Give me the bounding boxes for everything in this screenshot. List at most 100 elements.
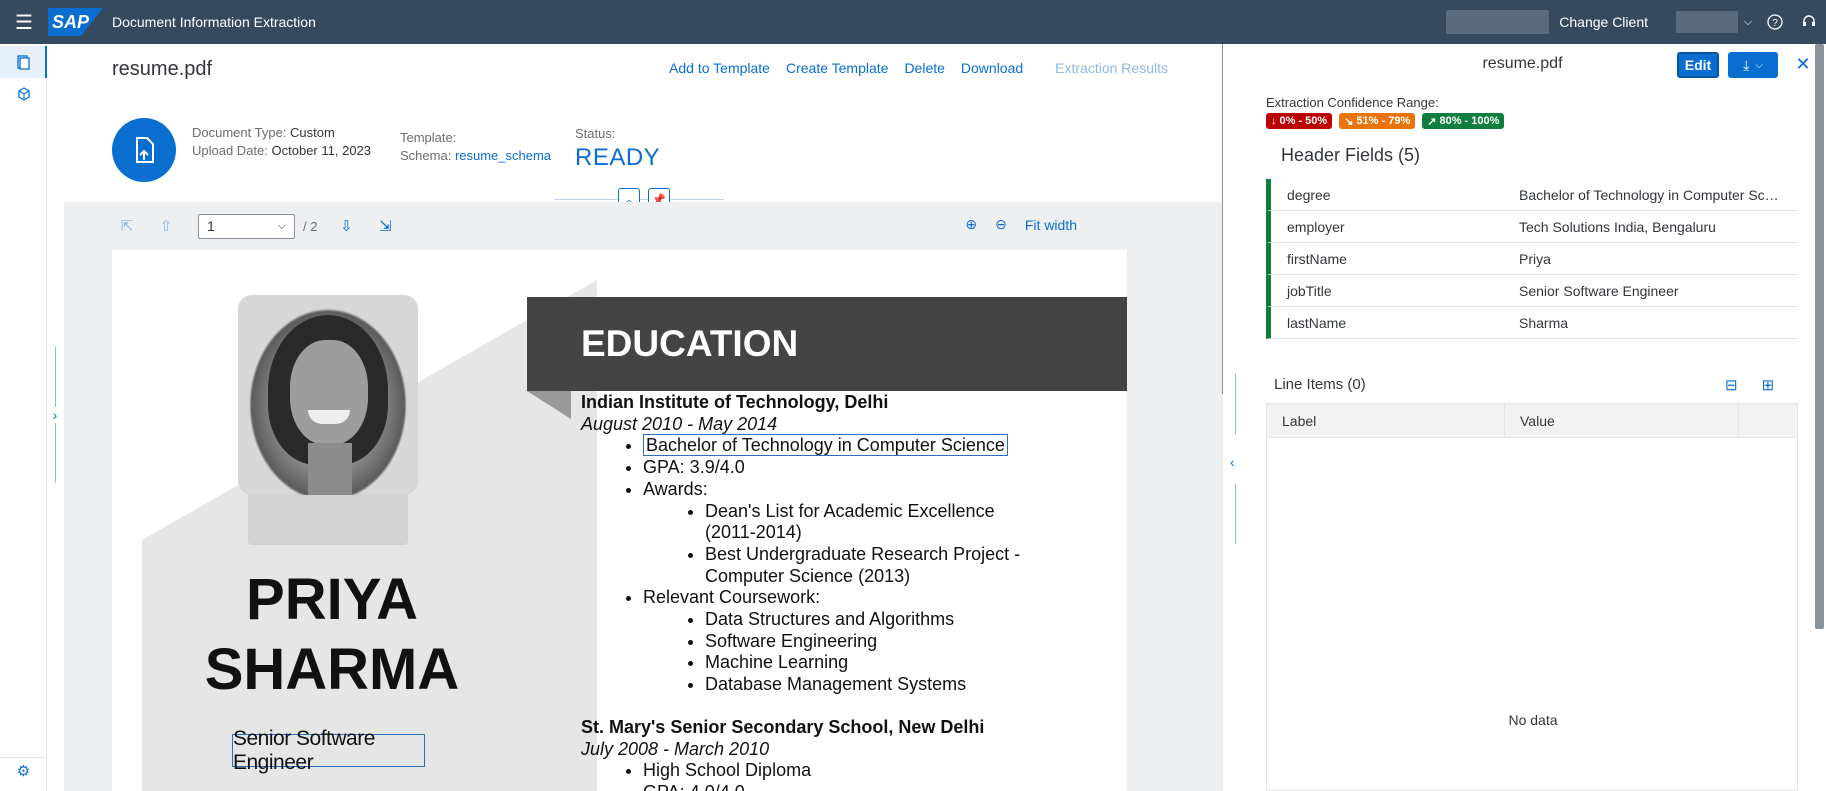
expand-all-icon[interactable]: ⊞ xyxy=(1762,376,1775,394)
status-label: Status: xyxy=(575,126,616,141)
education-item: GPA: 4.0/4.0 xyxy=(643,782,1121,791)
chevron-down-icon[interactable]: ⌵ xyxy=(1738,0,1758,44)
first-page-icon[interactable]: ⇱ xyxy=(112,217,142,235)
field-value: Tech Solutions India, Bengaluru xyxy=(1519,218,1716,235)
download-icon: ⤓ xyxy=(1743,56,1750,73)
field-key: jobTitle xyxy=(1287,282,1332,299)
chevron-down-icon: ⌵ xyxy=(277,219,286,232)
resume-job-title[interactable]: Senior Software Engineer xyxy=(232,727,425,774)
extraction-results-panel: resume.pdf Edit ⤓ ⌵ ✕ Extraction Confide… xyxy=(1249,44,1826,791)
schema-label: Schema: xyxy=(400,148,452,163)
doc-type-value: Custom xyxy=(290,125,335,140)
shell-bar: ☰ SAP Document Information Extraction Ch… xyxy=(0,0,1826,44)
header-field-row[interactable]: jobTitle Senior Software Engineer xyxy=(1266,275,1798,307)
page-select[interactable]: 1 ⌵ xyxy=(198,213,295,239)
help-icon[interactable]: ? xyxy=(1758,0,1792,44)
line-items-toolbar: ⊟ ⊞ xyxy=(1725,376,1774,394)
document-filename: resume.pdf xyxy=(112,58,213,80)
download-menu-button[interactable]: ⤓ ⌵ xyxy=(1728,52,1778,78)
header-fields-title: Header Fields (5) xyxy=(1281,145,1421,165)
chevron-right-icon[interactable]: › xyxy=(53,407,58,423)
line-items-title: Line Items (0) xyxy=(1274,376,1366,393)
degree-highlight[interactable]: Bachelor of Technology in Computer Scien… xyxy=(643,434,1008,457)
collapse-left-handle[interactable]: › xyxy=(50,340,60,490)
education-section: Indian Institute of Technology, Delhi Au… xyxy=(581,392,1121,791)
line-items-header: Label Value xyxy=(1267,404,1797,438)
download-link[interactable]: Download xyxy=(961,60,1023,76)
arrow-down-icon: ↓ xyxy=(1271,115,1277,127)
delete-link[interactable]: Delete xyxy=(904,60,944,76)
status-value: READY xyxy=(575,144,661,171)
menu-icon[interactable]: ☰ xyxy=(0,0,48,44)
zoom-out-icon[interactable]: ⊖ xyxy=(995,216,1007,233)
chevron-left-icon[interactable]: ‹ xyxy=(1230,454,1235,470)
document-actions: Add to Template Create Template Delete D… xyxy=(669,60,1168,76)
last-page-icon[interactable]: ⇲ xyxy=(370,217,400,235)
education-item: Awards: Dean's List for Academic Excelle… xyxy=(643,479,1121,588)
arrow-up-right-icon: ↗ xyxy=(1427,115,1437,128)
results-scrollbar[interactable] xyxy=(1815,44,1824,629)
sap-logo: SAP xyxy=(48,8,103,36)
extraction-results-link[interactable]: Extraction Results xyxy=(1055,60,1168,76)
doc-type-label: Document Type: xyxy=(192,125,287,140)
field-key: degree xyxy=(1287,186,1331,203)
field-value: Sharma xyxy=(1519,314,1569,331)
edit-button[interactable]: Edit xyxy=(1677,52,1719,78)
school-dates: July 2008 - March 2010 xyxy=(581,738,770,759)
document-meta: Document Type: Custom Upload Date: Octob… xyxy=(192,124,371,160)
education-heading: EDUCATION xyxy=(527,297,1127,391)
chevron-down-icon: ⌵ xyxy=(1755,59,1763,71)
header-field-row[interactable]: employer Tech Solutions India, Bengaluru xyxy=(1266,211,1798,243)
confidence-badges: ↓ 0% - 50% ↘ 51% - 79% ↗ 80% - 100% xyxy=(1266,113,1505,129)
previous-page-icon[interactable]: ⇧ xyxy=(151,217,181,235)
confidence-badge-low: ↓ 0% - 50% xyxy=(1266,113,1333,129)
document-avatar xyxy=(112,118,176,182)
header-field-row[interactable]: firstName Priya xyxy=(1266,243,1798,275)
school-name: St. Mary's Senior Secondary School, New … xyxy=(581,716,985,737)
course-item: Data Structures and Algorithms xyxy=(705,609,1121,631)
badge-label: 0% - 50% xyxy=(1279,115,1328,127)
documents-nav-icon[interactable] xyxy=(0,46,47,78)
education-item: Bachelor of Technology in Computer Scien… xyxy=(643,434,1121,457)
fit-width-link[interactable]: Fit width xyxy=(1025,217,1077,233)
header-field-row[interactable]: degree Bachelor of Technology in Computer… xyxy=(1266,179,1798,211)
create-template-link[interactable]: Create Template xyxy=(786,60,888,76)
resume-first-name: PRIYA xyxy=(246,567,418,632)
settings-nav-icon[interactable]: ⚙ xyxy=(0,757,47,783)
course-item: Database Management Systems xyxy=(705,674,1121,696)
next-page-icon[interactable]: ⇩ xyxy=(331,217,361,235)
client-select-redacted[interactable] xyxy=(1676,11,1738,33)
column-header-value[interactable]: Value xyxy=(1505,404,1739,437)
change-client-label[interactable]: Change Client xyxy=(1559,14,1648,30)
education-item: Relevant Coursework: Data Structures and… xyxy=(643,587,1121,696)
header-fields-table: degree Bachelor of Technology in Computer… xyxy=(1266,179,1798,339)
collapse-all-icon[interactable]: ⊟ xyxy=(1725,376,1738,394)
left-navigation: ⚙ xyxy=(0,44,47,791)
panel-divider[interactable]: ‹ xyxy=(1223,44,1249,791)
schemas-nav-icon[interactable] xyxy=(0,78,47,110)
education-item: High School Diploma xyxy=(643,760,1121,782)
headset-icon[interactable] xyxy=(1792,0,1826,44)
add-to-template-link[interactable]: Add to Template xyxy=(669,60,770,76)
badge-label: 51% - 79% xyxy=(1356,115,1411,127)
svg-text:?: ? xyxy=(1772,18,1778,29)
education-item: GPA: 3.9/4.0 xyxy=(643,457,1121,479)
no-data-text: No data xyxy=(1508,712,1558,728)
column-header-label[interactable]: Label xyxy=(1267,404,1505,437)
badge-label: 80% - 100% xyxy=(1439,115,1500,127)
award-item: Best Undergraduate Research Project - Co… xyxy=(705,544,1085,587)
field-value: Senior Software Engineer xyxy=(1519,282,1679,299)
school-name: Indian Institute of Technology, Delhi xyxy=(581,392,889,412)
close-icon[interactable]: ✕ xyxy=(1790,50,1816,78)
template-label: Template: xyxy=(400,130,457,145)
page-total: / 2 xyxy=(303,218,318,234)
zoom-in-icon[interactable]: ⊕ xyxy=(965,216,977,233)
header-field-row[interactable]: lastName Sharma xyxy=(1266,307,1798,339)
page-select-value: 1 xyxy=(207,218,215,234)
schema-link[interactable]: resume_schema xyxy=(455,148,551,163)
coursework-label: Relevant Coursework: xyxy=(643,587,821,608)
template-meta: Template: Schema: resume_schema xyxy=(400,129,551,165)
award-item: Dean's List for Academic Excellence (201… xyxy=(705,501,1035,544)
confidence-range-label: Extraction Confidence Range: xyxy=(1266,95,1439,110)
resume-name: PRIYA SHARMA xyxy=(172,565,492,705)
